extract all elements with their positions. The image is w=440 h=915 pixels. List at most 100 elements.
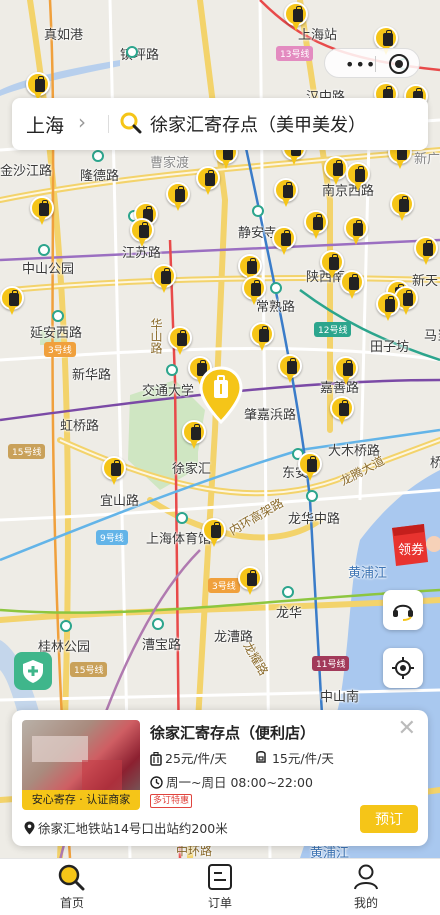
home-search-icon — [58, 864, 85, 891]
safety-shield-button[interactable] — [14, 652, 52, 690]
map-label: 隆德路 — [80, 169, 120, 184]
map-label: 华山路 — [149, 318, 163, 354]
shield-plus-icon — [23, 660, 43, 683]
tab-bar: 首页 订单 我的 — [0, 858, 440, 915]
luggage-pin-icon[interactable] — [0, 286, 24, 316]
luggage-pin-icon[interactable] — [304, 210, 328, 240]
store-address[interactable]: 徐家汇地铁站14号口出站约200米 — [24, 818, 228, 837]
tab-mine-label: 我的 — [353, 896, 378, 910]
map-label: 黄浦江 — [348, 566, 388, 581]
metro-line-tag: 3号线 — [44, 342, 76, 357]
miniprogram-capsule[interactable]: ••• — [324, 48, 420, 78]
luggage-pin-icon[interactable] — [30, 196, 54, 226]
search-input[interactable]: 徐家汇寄存点（美甲美发） — [150, 111, 366, 137]
certified-badge: 安心寄存 · 认证商家 — [22, 790, 140, 810]
map-label: 交通大学 — [142, 384, 195, 399]
luggage-pin-icon[interactable] — [274, 178, 298, 208]
tab-orders[interactable]: 订单 — [180, 863, 260, 913]
metro-line-tag: 13号线 — [276, 46, 314, 61]
luggage-pin-icon[interactable] — [298, 452, 322, 482]
metro-station[interactable] — [306, 490, 318, 502]
map-label: 曹家渡 — [150, 156, 190, 171]
luggage-pin-icon[interactable] — [414, 236, 438, 266]
map-label: 龙华中路 — [288, 512, 341, 527]
capsule-divider — [375, 56, 376, 72]
headset-icon — [393, 604, 413, 621]
orders-icon — [208, 864, 232, 890]
metro-station[interactable] — [152, 618, 164, 630]
price-small-text: 25元/件/天 — [165, 751, 227, 766]
metro-line-tag: 12号线 — [314, 322, 352, 337]
luggage-pin-icon[interactable] — [182, 420, 206, 450]
close-miniprogram-icon[interactable] — [389, 54, 409, 74]
search-icon — [120, 112, 142, 134]
luggage-pin-icon[interactable] — [102, 456, 126, 486]
suitcase-icon — [150, 752, 162, 766]
close-icon[interactable]: ✕ — [398, 718, 416, 740]
metro-station[interactable] — [252, 205, 264, 217]
metro-station[interactable] — [282, 586, 294, 598]
luggage-pin-icon[interactable] — [376, 292, 400, 322]
map-label: 龙华 — [276, 606, 303, 621]
map-label: 田子坊 — [370, 340, 410, 355]
map-label: 新华路 — [72, 368, 112, 383]
map-label: 宜山路 — [100, 494, 140, 509]
metro-station[interactable] — [126, 46, 138, 58]
luggage-pin-icon[interactable] — [202, 518, 226, 548]
hours-text: 周一~周日 08:00~22:00 — [166, 775, 313, 790]
map-label: 中山南 — [320, 690, 360, 705]
luggage-pin-icon[interactable] — [242, 276, 266, 306]
luggage-pin-icon[interactable] — [278, 354, 302, 384]
map-label: 新广场 — [414, 152, 440, 167]
tab-home-label: 首页 — [59, 896, 84, 910]
opening-hours: 周一~周日 08:00~22:00 — [150, 772, 313, 791]
book-button[interactable]: 预订 — [360, 805, 418, 833]
discount-tag: 多订特惠 — [150, 794, 193, 808]
luggage-pin-icon[interactable] — [238, 566, 262, 596]
metro-line-tag: 9号线 — [96, 530, 128, 545]
metro-station[interactable] — [52, 310, 64, 322]
luggage-pin-icon[interactable] — [166, 182, 190, 212]
tab-home[interactable]: 首页 — [32, 863, 112, 913]
luggage-pin-icon[interactable] — [152, 264, 176, 294]
metro-line-tag: 3号线 — [208, 578, 240, 593]
metro-station[interactable] — [38, 244, 50, 256]
metro-station[interactable] — [270, 282, 282, 294]
luggage-pin-icon[interactable] — [272, 226, 296, 256]
map-label: 桥 — [430, 456, 440, 471]
price-small-luggage: 25元/件/天 — [150, 748, 227, 767]
luggage-pin-icon[interactable] — [340, 270, 364, 300]
luggage-pin-icon[interactable] — [168, 326, 192, 356]
luggage-pin-icon[interactable] — [390, 192, 414, 222]
address-text: 徐家汇地铁站14号口出站约200米 — [38, 821, 228, 836]
chevron-right-icon[interactable]: › — [78, 110, 86, 134]
luggage-pin-icon[interactable] — [196, 166, 220, 196]
metro-station[interactable] — [60, 620, 72, 632]
coupon-label: 领券 — [398, 542, 424, 558]
luggage-pin-icon[interactable] — [346, 162, 370, 192]
metro-station[interactable] — [176, 512, 188, 524]
luggage-pin-icon[interactable] — [324, 156, 348, 186]
luggage-pin-icon[interactable] — [334, 356, 358, 386]
location-icon — [24, 821, 35, 835]
user-icon — [354, 864, 378, 890]
coupon-icon[interactable]: 领券 — [386, 522, 440, 570]
customer-service-button[interactable] — [383, 590, 423, 630]
store-title[interactable]: 徐家汇寄存点（便利店） — [150, 722, 315, 743]
map-label: 虹桥路 — [60, 419, 100, 434]
city-selector[interactable]: 上海 — [26, 111, 64, 138]
luggage-pin-icon[interactable] — [250, 322, 274, 352]
map-label: 中山公园 — [22, 262, 75, 277]
status-bar — [0, 0, 440, 28]
luggage-pin-icon[interactable] — [130, 218, 154, 248]
more-icon[interactable]: ••• — [345, 55, 376, 74]
luggage-pin-icon[interactable] — [330, 396, 354, 426]
selected-location-pin-icon[interactable] — [199, 366, 243, 424]
locate-me-button[interactable] — [383, 648, 423, 688]
search-bar[interactable]: 上海 › 徐家汇寄存点（美甲美发） — [12, 98, 428, 150]
luggage-pin-icon[interactable] — [344, 216, 368, 246]
store-card[interactable]: 安心寄存 · 认证商家 徐家汇寄存点（便利店） ✕ 25元/件/天 15元/件/… — [12, 710, 428, 846]
metro-station[interactable] — [166, 364, 178, 376]
metro-station[interactable] — [92, 150, 104, 162]
tab-mine[interactable]: 我的 — [326, 863, 406, 913]
